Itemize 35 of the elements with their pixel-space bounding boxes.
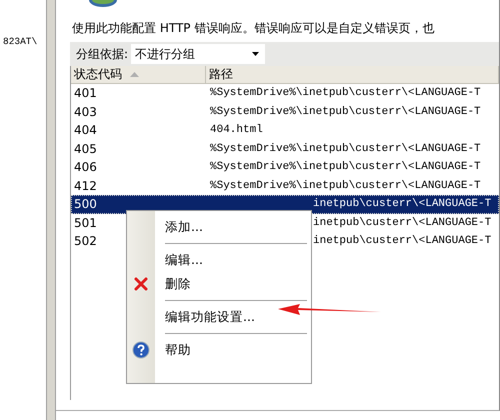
path-cell: 404.html — [210, 124, 263, 136]
column-header[interactable]: 路径 — [206, 66, 499, 84]
menu-item[interactable]: 帮助 — [127, 338, 311, 362]
status-code-cell[interactable]: 401 — [71, 86, 121, 100]
path-cell: inetpub\custerr\<LANGUAGE-T — [313, 216, 492, 229]
column-header[interactable]: 状态代码 — [71, 66, 206, 84]
status-code-cell[interactable]: 406 — [71, 160, 121, 174]
status-code-cell[interactable]: 502 — [71, 234, 121, 248]
help-icon — [132, 341, 150, 359]
status-code-cell[interactable]: 403 — [71, 104, 121, 119]
caret-icon — [252, 52, 260, 56]
splitter[interactable] — [46, 0, 56, 420]
path-cell: %SystemDrive%\inetpub\custerr\<LANGUAGE-T — [210, 180, 481, 192]
path-cell: %SystemDrive%\inetpub\custerr\<LANGUAGE-T — [210, 161, 481, 174]
group-by-dropdown[interactable]: 不进行分组 — [131, 44, 266, 64]
path-cell: inetpub\custerr\<LANGUAGE-T — [313, 235, 492, 248]
globe-icon — [88, 0, 118, 7]
status-code-cell[interactable]: 412 — [71, 178, 121, 193]
status-code-cell[interactable]: 405 — [71, 142, 121, 156]
menu-item[interactable]: 编辑... — [127, 248, 311, 272]
status-code-cell[interactable]: 404 — [71, 123, 121, 138]
path-cell: %SystemDrive%\inetpub\custerr\<LANGUAGE-T — [210, 142, 481, 155]
status-code-cell[interactable]: 500 — [71, 197, 121, 212]
menu-item[interactable]: 编辑功能设置... — [127, 305, 311, 329]
path-cell: inetpub\custerr\<LANGUAGE-T — [313, 198, 492, 210]
sort-ascending-icon — [130, 72, 139, 77]
group-by-label: 分组依据: — [76, 46, 128, 62]
path-cell: %SystemDrive%\inetpub\custerr\<LANGUAGE-T — [210, 87, 481, 100]
delete-icon — [134, 277, 148, 291]
menu-item[interactable]: 添加... — [127, 215, 311, 239]
tree-node-label: 823AT\ — [2, 36, 38, 47]
path-cell: %SystemDrive%\inetpub\custerr\<LANGUAGE-T — [210, 106, 481, 118]
description-text: 使用此功能配置 HTTP 错误响应。错误响应可以是自定义错误页，也 — [71, 20, 436, 37]
status-code-cell[interactable]: 501 — [71, 216, 121, 230]
menu-item[interactable]: 删除 — [127, 272, 311, 296]
